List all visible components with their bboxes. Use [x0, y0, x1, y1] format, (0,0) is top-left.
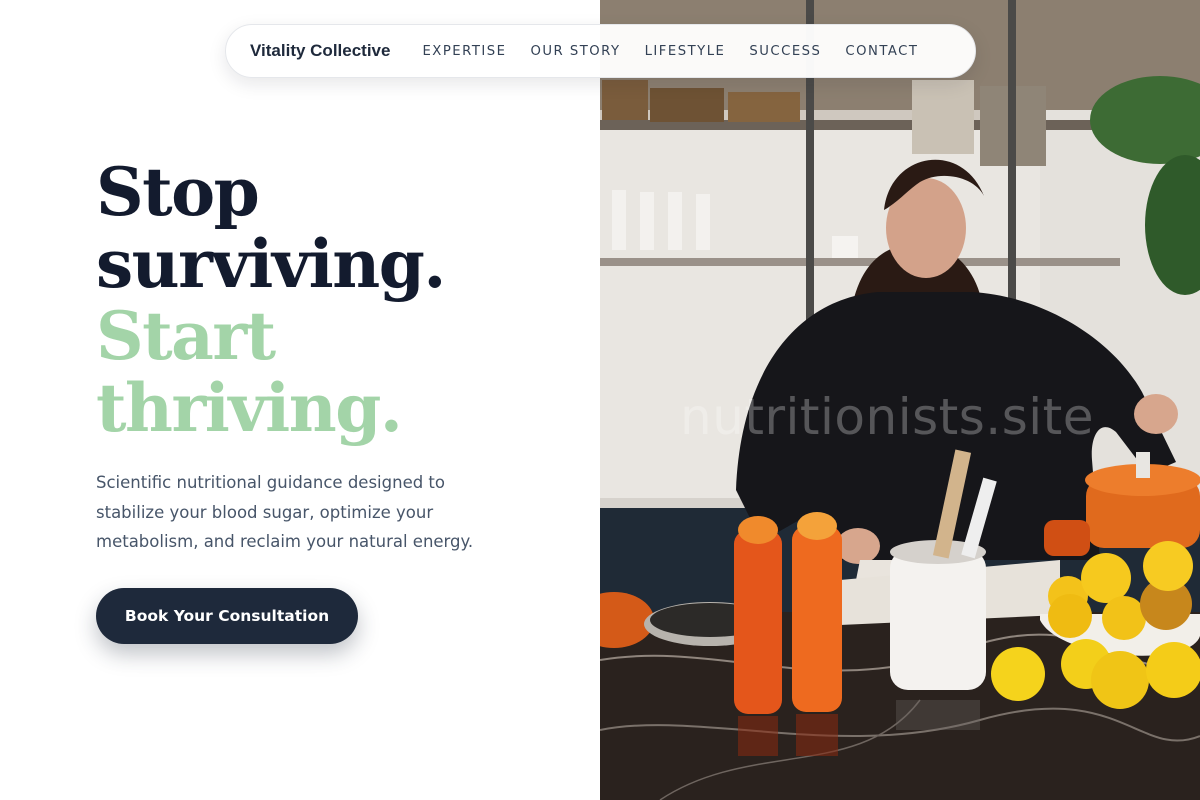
hero-left-pane: Stop surviving. Start thriving. Scientif… — [0, 0, 600, 800]
hero-headline: Stop surviving. Start thriving. — [96, 156, 576, 444]
brand-logo-text[interactable]: Vitality Collective — [250, 41, 390, 61]
nav-links: EXPERTISE OUR STORY LIFESTYLE SUCCESS CO… — [422, 44, 918, 59]
headline-line-start: Start — [96, 297, 276, 375]
headline-line-stop: Stop — [96, 153, 260, 231]
nav-link-success[interactable]: SUCCESS — [749, 44, 821, 59]
headline-line-thriving: thriving. — [96, 369, 403, 447]
hero-subtitle: Scientific nutritional guidance designed… — [96, 473, 474, 551]
nav-link-our-story[interactable]: OUR STORY — [530, 44, 620, 59]
kitchen-photo — [600, 0, 1200, 800]
top-navigation: Vitality Collective EXPERTISE OUR STORY … — [225, 24, 976, 78]
headline-line-surviving: surviving. — [96, 225, 446, 303]
book-consultation-button[interactable]: Book Your Consultation — [96, 588, 358, 644]
nav-link-contact[interactable]: CONTACT — [845, 44, 918, 59]
nav-link-expertise[interactable]: EXPERTISE — [422, 44, 506, 59]
hero-image-pane: nutritionists.site — [600, 0, 1200, 800]
nav-link-lifestyle[interactable]: LIFESTYLE — [645, 44, 726, 59]
